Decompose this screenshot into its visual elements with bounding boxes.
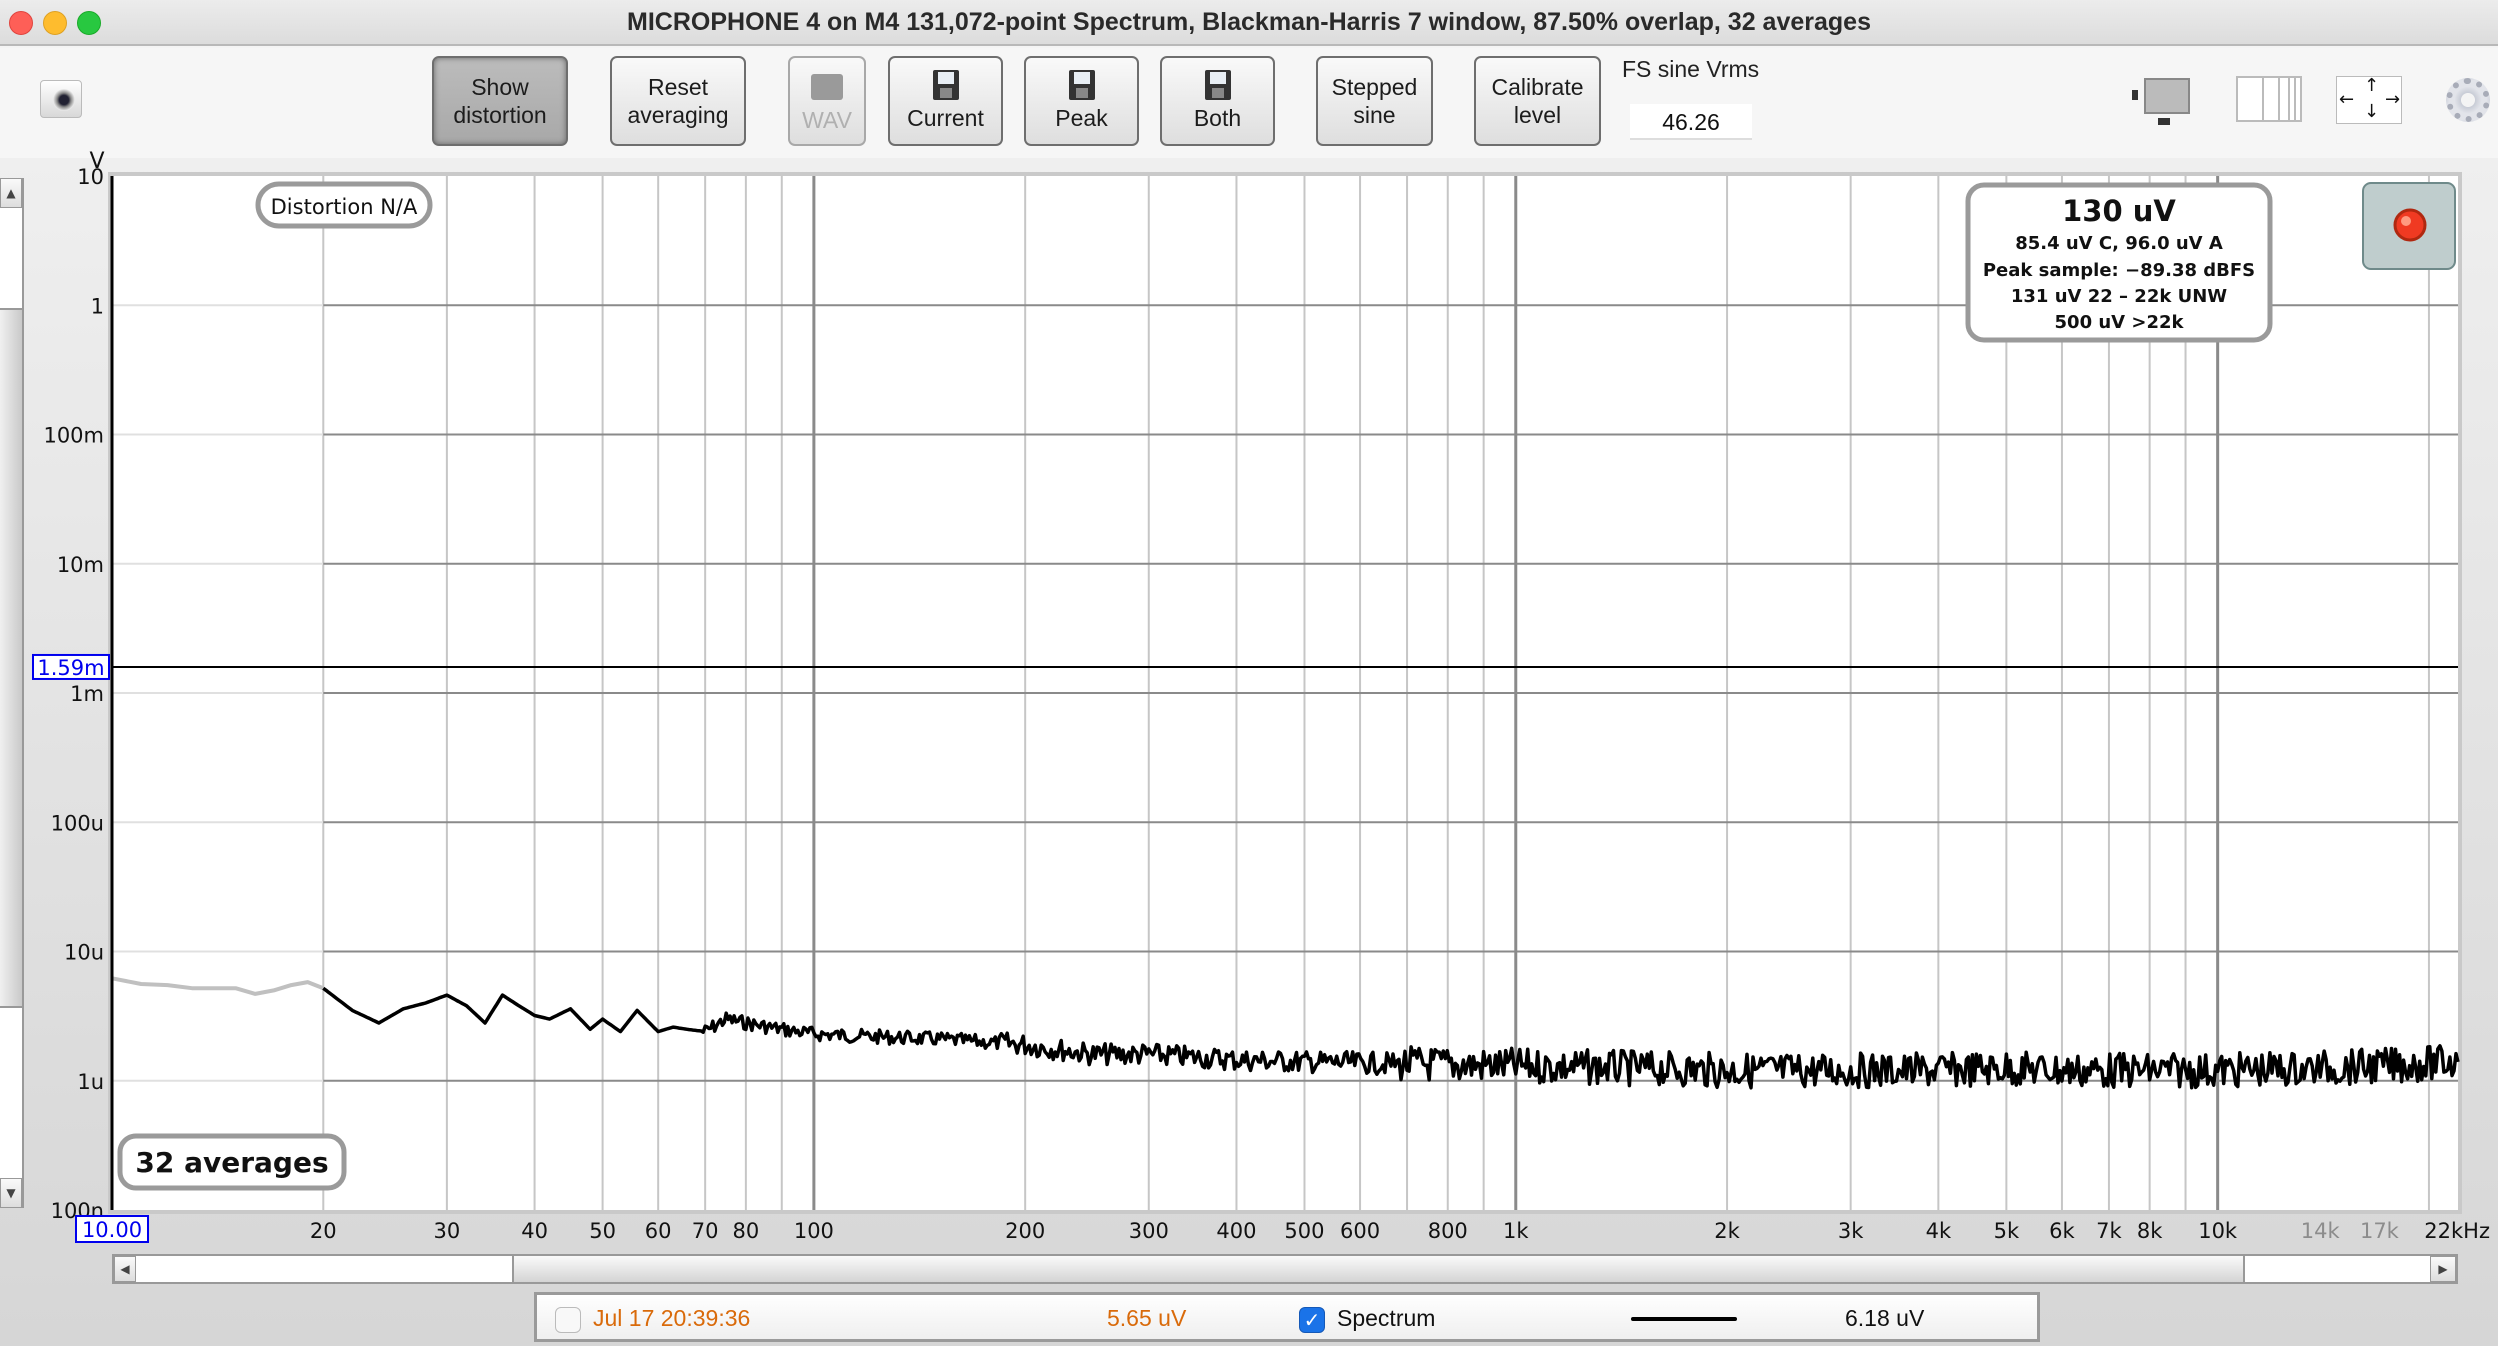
x-tick-label: 22kHz xyxy=(2424,1219,2490,1243)
x-tick-label: 3k xyxy=(1838,1219,1864,1243)
distortion-badge-text: Distortion N/A xyxy=(271,195,418,219)
x-tick-label: 40 xyxy=(521,1219,548,1243)
x-cursor-readout[interactable]: 10.00 xyxy=(75,1215,149,1243)
record-light-icon xyxy=(2393,208,2427,242)
distortion-badge: Distortion N/A xyxy=(255,181,433,229)
spectrum-chart[interactable]: 20 30 40 50 60 70 80 100 200 300 400 500 600 800 1k 2k 3… xyxy=(0,0,2498,1346)
legend-bar: Jul 17 20:39:36 5.65 uV ✓ Spectrum 6.18 … xyxy=(534,1292,2040,1342)
x-tick-label: 4k xyxy=(1926,1219,1952,1243)
y-cursor-label: 1.59m xyxy=(37,656,104,680)
x-tick-label: 200 xyxy=(1005,1219,1045,1243)
x-tick-label: 70 xyxy=(692,1219,719,1243)
horizontal-scroll-thumb[interactable] xyxy=(512,1256,2245,1282)
x-tick-label: 500 xyxy=(1284,1219,1324,1243)
x-tick-label: 10k xyxy=(2198,1219,2238,1243)
x-axis-ticks: 20 30 40 50 60 70 80 100 200 300 400 500 600 800 1k 2k 3… xyxy=(310,1219,2490,1243)
legend-entry1-checkbox[interactable] xyxy=(555,1307,581,1333)
level-readout-box: 130 uV 85.4 uV C, 96.0 uV A Peak sample:… xyxy=(1965,182,2273,343)
x-tick-label: 100 xyxy=(794,1219,834,1243)
legend-entry1-value: 5.65 uV xyxy=(1107,1305,1187,1331)
y-tick-label: 10u xyxy=(64,941,104,965)
y-axis-unit-label: V xyxy=(89,149,104,174)
record-light-highlight xyxy=(2401,216,2411,226)
y-tick-label: 1 xyxy=(91,294,104,318)
scroll-left-button[interactable]: ◀ xyxy=(114,1256,136,1282)
y-tick-label: 100m xyxy=(43,424,104,448)
x-tick-label: 300 xyxy=(1129,1219,1169,1243)
record-indicator-button[interactable] xyxy=(2362,182,2456,270)
scroll-right-button[interactable]: ▶ xyxy=(2430,1256,2456,1282)
averages-badge: 32 averages xyxy=(117,1133,347,1191)
x-tick-label: 17k xyxy=(2360,1219,2400,1243)
legend-entry2-label: Spectrum xyxy=(1337,1305,1436,1331)
x-cursor-label: 10.00 xyxy=(82,1218,142,1242)
y-tick-label: 100u xyxy=(51,811,104,835)
x-tick-label: 5k xyxy=(1994,1219,2020,1243)
x-tick-label: 50 xyxy=(589,1219,616,1243)
horizontal-scrollbar[interactable]: ◀ ▶ xyxy=(112,1254,2458,1284)
readout-main-level: 130 uV xyxy=(2062,194,2176,228)
y-cursor-readout[interactable]: 1.59m xyxy=(32,653,110,680)
x-tick-label: 2k xyxy=(1714,1219,1740,1243)
x-tick-label: 1k xyxy=(1503,1219,1529,1243)
averages-badge-text: 32 averages xyxy=(135,1146,328,1179)
x-tick-label: 20 xyxy=(310,1219,337,1243)
y-tick-label: 10m xyxy=(57,553,104,577)
readout-unweighted: 131 uV 22 – 22k UNW xyxy=(2011,286,2227,307)
legend-entry2-checkbox[interactable]: ✓ xyxy=(1299,1307,1325,1333)
readout-peak-sample: Peak sample: −89.38 dBFS xyxy=(1983,260,2255,281)
x-tick-label: 600 xyxy=(1340,1219,1380,1243)
y-axis-ticks: 101100m10m1m100u10u1u100n xyxy=(43,165,104,1223)
x-tick-label: 7k xyxy=(2096,1219,2122,1243)
x-tick-label: 800 xyxy=(1428,1219,1468,1243)
x-tick-label: 400 xyxy=(1216,1219,1256,1243)
x-tick-label: 6k xyxy=(2049,1219,2075,1243)
readout-above-22k: 500 uV >22k xyxy=(2055,312,2185,333)
x-tick-label: 60 xyxy=(645,1219,672,1243)
x-tick-label: 14k xyxy=(2301,1219,2341,1243)
x-tick-label: 8k xyxy=(2137,1219,2163,1243)
x-tick-label: 80 xyxy=(732,1219,759,1243)
legend-entry2-line-swatch xyxy=(1631,1317,1737,1321)
legend-entry1-label: Jul 17 20:39:36 xyxy=(593,1305,751,1331)
legend-entry2-value: 6.18 uV xyxy=(1845,1305,1925,1331)
readout-weighted-levels: 85.4 uV C, 96.0 uV A xyxy=(2015,233,2223,254)
x-tick-label: 30 xyxy=(434,1219,461,1243)
y-tick-label: 1u xyxy=(77,1070,104,1094)
y-tick-label: 1m xyxy=(70,682,104,706)
